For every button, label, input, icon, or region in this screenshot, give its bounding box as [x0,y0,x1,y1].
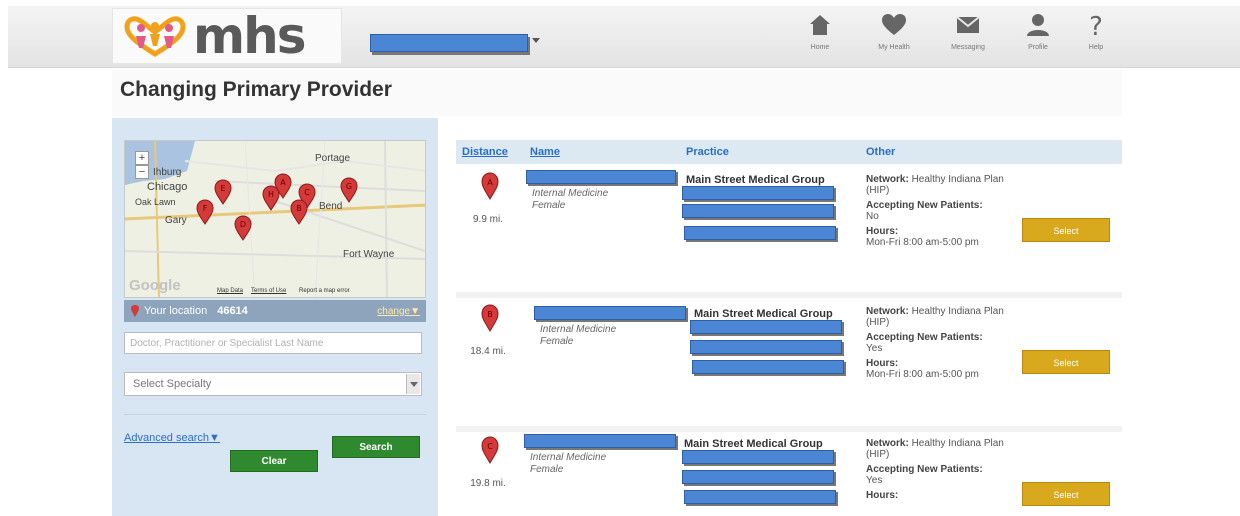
map-marker-a[interactable]: A [273,173,293,199]
provider-gender: Female [530,464,564,475]
map-marker-d[interactable]: D [233,215,253,241]
map-marker-b[interactable]: B [289,199,309,225]
provider-gender: Female [532,200,566,211]
map-label: Gary [165,215,187,226]
practice-name: Main Street Medical Group [694,308,833,320]
result-distance: 18.4 mi. [470,346,506,357]
map-label: Chicago [147,181,188,193]
address-redacted [682,450,834,464]
other-info: Network: Healthy Indiana Plan (HIP) Acce… [866,306,1004,380]
specialty-select[interactable]: Select Specialty [124,372,422,396]
provider-name-redacted[interactable] [534,306,686,320]
provider-name-input[interactable] [124,332,422,354]
address-redacted [682,204,834,218]
location-bar: Your location 46614 change▼ [124,300,426,322]
person-icon [1027,14,1049,36]
sort-name-link[interactable]: Name [530,146,560,158]
zoom-out-button[interactable]: − [135,165,149,179]
result-distance: 19.8 mi. [470,478,506,489]
location-zip: 46614 [217,305,248,317]
family-logo-icon [124,16,186,57]
page: mhs Home My Health Messaging Profile ? H… [0,0,1240,516]
address-redacted [682,186,834,200]
provider-map[interactable]: + − Ihburg Chicago Portage Oak Lawn Gary… [124,140,426,298]
map-marker-g[interactable]: G [339,177,359,203]
result-marker-a: A [481,172,499,200]
address-redacted [690,320,842,334]
chevron-down-icon[interactable] [406,374,420,394]
provider-specialty: Internal Medicine [530,452,607,463]
svg-text:C: C [487,442,493,451]
sort-distance-link[interactable]: Distance [462,146,508,158]
svg-text:B: B [296,204,302,213]
specialty-selected: Select Specialty [133,378,212,390]
heart-icon [882,14,906,35]
address-redacted [682,470,834,484]
location-label: Your location [144,305,208,317]
location-pin-icon [131,305,139,317]
phone-redacted [684,226,836,240]
advanced-search-link[interactable]: Advanced search▼ [124,432,220,444]
practice-name: Main Street Medical Group [684,438,823,450]
svg-text:?: ? [1089,12,1103,38]
chevron-down-icon[interactable] [532,38,540,43]
question-icon: ? [1089,12,1103,38]
result-marker-c: C [481,436,499,464]
map-label: Portage [315,153,351,164]
page-title: Changing Primary Provider [120,78,392,101]
select-provider-button[interactable]: Select [1022,350,1110,374]
provider-specialty: Internal Medicine [532,188,609,199]
svg-text:B: B [487,310,493,319]
row-separator [456,426,1122,432]
nav-my-health[interactable]: My Health [864,12,924,51]
google-logo: Google [129,277,181,294]
map-marker-f[interactable]: F [195,199,215,225]
nav-messaging[interactable]: Messaging [938,12,998,51]
map-label: Ihburg [153,167,182,178]
zoom-in-button[interactable]: + [135,151,149,165]
account-dropdown[interactable] [370,34,528,52]
other-info: Network: Healthy Indiana Plan (HIP) Acce… [866,174,1004,248]
search-button[interactable]: Search [332,436,420,458]
envelope-icon [956,16,980,33]
provider-specialty: Internal Medicine [540,324,617,335]
svg-text:F: F [203,204,208,213]
change-location-link[interactable]: change▼ [377,306,420,317]
map-label: Fort Wayne [343,249,395,260]
map-data-link[interactable]: Map Data [217,288,243,294]
address-redacted [690,340,842,354]
svg-text:C: C [304,188,310,197]
phone-redacted [684,490,836,504]
map-marker-e[interactable]: E [213,179,233,205]
other-info: Network: Healthy Indiana Plan (HIP) Acce… [866,438,1004,501]
svg-text:G: G [346,182,352,191]
provider-gender: Female [540,336,574,347]
nav-profile[interactable]: Profile [1008,12,1068,51]
row-separator [456,292,1122,298]
terms-of-use-link[interactable]: Terms of Use [251,288,286,294]
phone-redacted [692,360,844,374]
result-marker-b: B [481,304,499,332]
map-label: Oak Lawn [135,197,176,207]
svg-text:D: D [240,220,246,229]
svg-text:E: E [220,184,225,193]
mhs-logo[interactable]: mhs [112,8,342,64]
column-other: Other [866,146,896,158]
nav-help[interactable]: ? Help [1066,12,1126,51]
column-practice: Practice [686,146,729,158]
report-map-error-link[interactable]: Report a map error [299,288,350,294]
select-provider-button[interactable]: Select [1022,218,1110,242]
home-icon [810,15,830,35]
provider-name-redacted[interactable] [526,170,676,184]
provider-name-redacted[interactable] [524,434,676,448]
result-distance: 9.9 mi. [472,214,503,225]
practice-name: Main Street Medical Group [686,174,825,186]
svg-text:A: A [487,178,493,187]
logo-text: mhs [193,7,306,65]
svg-text:A: A [280,178,286,187]
select-provider-button[interactable]: Select [1022,482,1110,506]
divider [124,414,426,415]
nav-home[interactable]: Home [790,12,850,51]
clear-button[interactable]: Clear [230,450,318,472]
